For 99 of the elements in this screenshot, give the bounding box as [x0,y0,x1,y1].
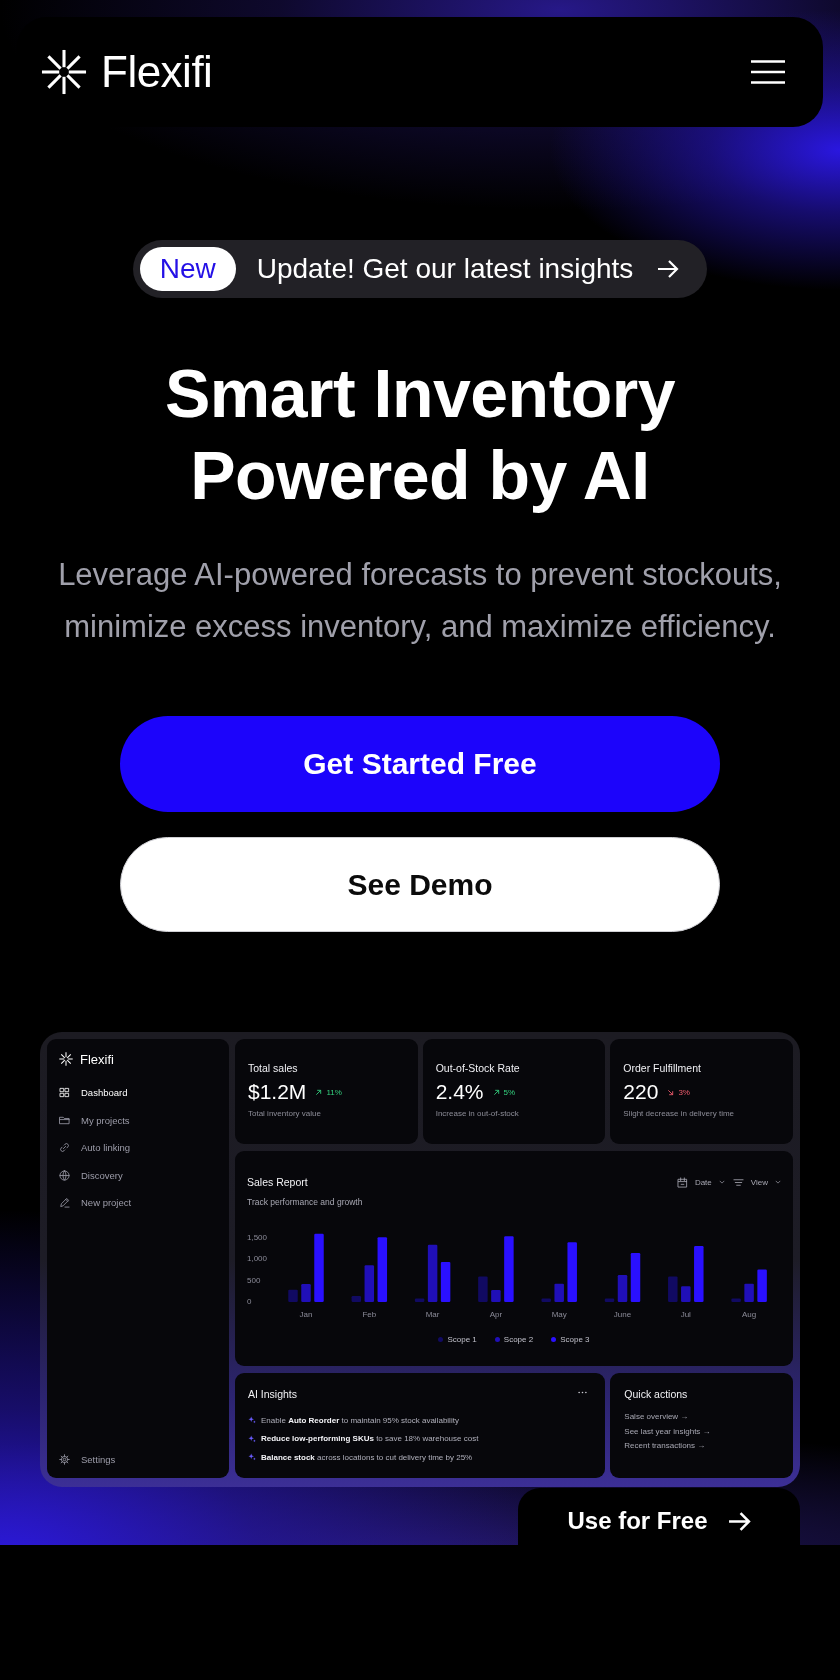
stat-value: $1.2M [248,1080,307,1104]
chart-bar [541,1298,551,1302]
y-axis-label: 0 [247,1297,252,1307]
hero-subtitle: Leverage AI-powered forecasts to prevent stockouts, minimize excess inventory, and maximize efficiency. [57,556,783,646]
quick-action-link[interactable]: See last year insights → [624,1424,711,1439]
quick-action-link[interactable]: Salse overview → [624,1410,711,1425]
stat-change: 5% [503,1087,516,1097]
new-badge: New [139,247,236,291]
chart-bar [414,1298,425,1302]
card-title: AI Insights [248,1387,298,1401]
x-axis-label: Feb [362,1310,377,1320]
x-axis-label: Mar [425,1310,440,1320]
announcement-link[interactable]: New Update! Get our latest insights [132,240,708,298]
chart-bar [288,1289,298,1302]
sparkle-icon [248,1453,256,1462]
settings-link[interactable]: Settings [59,1445,217,1473]
menu-button[interactable] [751,60,785,84]
insight-text: Enable Auto Reorder to maintain 95% stock availability [261,1415,459,1425]
more-icon[interactable] [578,1391,588,1394]
x-axis-label: Apr [489,1310,503,1320]
chart-bar [757,1269,767,1302]
legend-label: Scope 1 [447,1334,477,1344]
stat-note: Total inventory value [248,1109,322,1118]
hero-title: Smart Inventory Powered by AI [163,354,677,515]
chart-bar [668,1276,678,1302]
x-axis-label: Jan [299,1310,313,1320]
chart-bar [604,1298,615,1302]
chart-bar [377,1237,388,1302]
secondary-button[interactable]: See Demo [120,837,720,932]
globe-icon [59,1169,70,1181]
legend-label: Scope 3 [560,1334,590,1344]
x-axis-label: June [613,1310,632,1320]
chart-bar [617,1275,628,1302]
stat-title: Order Fulfillment [623,1061,702,1075]
nav-item[interactable]: My projects [59,1106,217,1134]
pencil-icon [59,1197,70,1209]
menu-icon [751,60,785,84]
insight-text: Reduce low-performing SKUs to save 18% warehouse cost [261,1434,479,1444]
nav-item[interactable]: Auto linking [59,1134,217,1162]
chart-bar [478,1276,488,1302]
stat-change: 11% [326,1087,342,1097]
arrow-right-icon [727,1510,751,1532]
chart-bar [731,1298,741,1302]
nav-item[interactable]: New project [59,1189,217,1217]
folder-icon [59,1114,70,1126]
asterisk-logo-icon [59,1052,73,1066]
announcement-text: Update! Get our latest insights [256,253,634,285]
card-title: Quick actions [624,1387,688,1401]
chart-bar [554,1283,564,1302]
stat-value: 220 [623,1080,659,1104]
dropdown-button[interactable]: View [732,1176,781,1188]
link-icon [59,1142,70,1154]
quick-action-link[interactable]: Recent transactions → [624,1439,711,1454]
chart-bar [301,1284,311,1302]
x-axis-label: May [551,1310,567,1320]
nav-item[interactable]: Discovery [59,1161,217,1189]
calendar-icon [676,1176,688,1188]
stat-title: Out-of-Stock Rate [435,1061,521,1075]
chart-bar [351,1296,362,1302]
y-axis-label: 1,500 [247,1233,268,1243]
chart-bar [630,1252,641,1302]
chart-bar [427,1244,438,1302]
asterisk-logo-icon [41,49,87,95]
gear-icon [59,1453,70,1465]
insight-text: Balance stock across locations to cut delivery time by 25% [261,1452,473,1462]
y-axis-label: 500 [247,1275,261,1285]
chart-bar [364,1265,375,1302]
chevron-down-icon [775,1180,781,1184]
grid-icon [59,1087,70,1099]
sidebar-brand-name: Flexifi [80,1051,114,1067]
y-axis-label: 1,000 [247,1254,268,1264]
legend-label: Scope 2 [503,1334,534,1344]
chart-bar [504,1236,514,1302]
use-for-free-button[interactable]: Use for Free [518,1488,800,1545]
chart-bar [440,1261,451,1302]
stat-title: Total sales [248,1061,299,1075]
x-axis-label: Jul [680,1310,691,1320]
chevron-down-icon [718,1180,725,1184]
stat-value: 2.4% [435,1080,484,1104]
card-title: Sales Report [247,1175,309,1189]
primary-button[interactable]: Get Started Free [120,716,720,812]
chart-bar [681,1286,691,1302]
chart-bar [694,1246,704,1302]
chart-bar [567,1242,577,1302]
sparkle-icon [248,1416,256,1425]
stat-note: Slight decrease in delivery time [623,1109,736,1118]
chart-bar [314,1233,324,1302]
card-subtitle: Track performance and growth [247,1196,363,1208]
x-axis-label: Aug [742,1310,757,1320]
arrow-right-icon [657,259,680,279]
stat-change: 3% [678,1087,690,1097]
filter-icon [732,1176,744,1188]
chart-bar [744,1283,754,1302]
stat-note: Increase in out-of-stock [435,1109,520,1118]
dropdown-button[interactable]: Date [676,1176,725,1188]
sparkle-icon [248,1434,256,1443]
nav-item[interactable]: Dashboard [59,1079,217,1107]
chart-bar [491,1290,501,1302]
brand-name: Flexifi [101,47,213,97]
